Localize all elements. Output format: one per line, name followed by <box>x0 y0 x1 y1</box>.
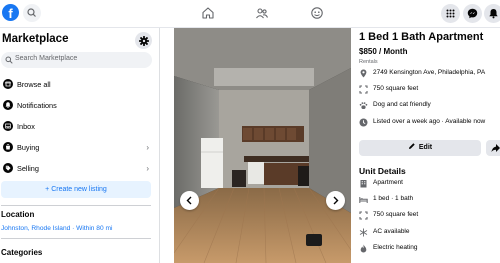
unit-detail-label: Apartment <box>373 179 403 186</box>
unit-detail-label: 1 bed · 1 bath <box>373 195 414 202</box>
listing-address-row: 2749 Kensington Ave, Philadelphia, PA <box>359 68 500 80</box>
unit-detail-row: AC available <box>359 227 500 239</box>
messenger-icon <box>467 8 478 19</box>
chevron-right-icon: › <box>146 164 149 173</box>
messenger-button[interactable] <box>463 4 482 23</box>
listing-title: 1 Bed 1 Bath Apartment <box>359 31 484 43</box>
share-icon <box>491 144 500 152</box>
listing-size-row: 750 square feet <box>359 84 500 96</box>
menu-grid-icon <box>446 9 455 18</box>
chevron-right-icon <box>333 196 339 205</box>
listing-category: Rentals <box>359 59 378 65</box>
bed-icon <box>359 197 368 203</box>
area-icon <box>359 85 368 94</box>
tag-icon <box>3 163 13 173</box>
bag-icon <box>3 142 13 152</box>
unit-detail-row: Electric heating <box>359 243 500 255</box>
unit-detail-row: 1 bed · 1 bath <box>359 194 500 206</box>
facebook-logo[interactable]: f <box>2 4 19 21</box>
marketplace-search-input[interactable]: Search Marketplace <box>1 52 152 68</box>
listing-pets: Dog and cat friendly <box>373 101 431 108</box>
edit-button-label: Edit <box>418 144 433 151</box>
clock-icon <box>359 118 368 127</box>
unit-detail-row: Apartment <box>359 178 500 190</box>
listing-price: $850 / Month <box>359 47 408 56</box>
bell-icon <box>3 100 13 110</box>
search-icon <box>27 8 36 17</box>
unit-details-heading: Unit Details <box>359 166 406 176</box>
inbox-icon <box>3 121 13 131</box>
sidebar-item-label: Buying <box>17 143 40 152</box>
home-icon[interactable] <box>201 6 215 20</box>
share-button[interactable] <box>486 140 500 156</box>
sidebar-item-notifications[interactable]: Notifications <box>0 96 158 116</box>
unit-detail-row: 750 square feet <box>359 210 500 222</box>
next-photo-button[interactable] <box>326 191 345 210</box>
sidebar-divider <box>1 205 151 206</box>
listing-photo[interactable] <box>174 28 351 263</box>
listing-address: 2749 Kensington Ave, Philadelphia, PA <box>373 69 486 76</box>
settings-button[interactable] <box>135 32 152 49</box>
listing-details-panel: 1 Bed 1 Bath Apartment $850 / Month Rent… <box>351 28 500 263</box>
unit-detail-label: AC available <box>373 228 410 235</box>
pencil-icon <box>408 143 415 149</box>
building-icon <box>360 180 367 188</box>
search-button[interactable] <box>23 4 41 22</box>
sidebar-item-label: Browse all <box>17 80 51 89</box>
unit-detail-label: 750 square feet <box>373 211 419 218</box>
location-filter-link[interactable]: Johnston, Rhode Island · Within 80 mi <box>1 225 112 232</box>
listing-pets-row: Dog and cat friendly <box>359 100 500 112</box>
sidebar-item-browse-all[interactable]: Browse all <box>0 75 158 95</box>
sidebar-item-inbox[interactable]: Inbox <box>0 117 158 137</box>
sidebar-item-label: Notifications <box>17 101 57 110</box>
notifications-button[interactable] <box>484 4 500 23</box>
edit-button[interactable]: Edit <box>359 140 481 156</box>
unit-detail-label: Electric heating <box>373 244 418 251</box>
gear-icon <box>138 35 149 46</box>
menu-button[interactable] <box>441 4 460 23</box>
snowflake-icon <box>359 228 368 237</box>
previous-photo-button[interactable] <box>180 191 199 210</box>
create-new-listing-button[interactable]: + Create new listing <box>1 181 151 198</box>
gaming-icon[interactable] <box>310 6 324 20</box>
top-navigation-bar: f <box>0 0 500 28</box>
sidebar-divider <box>1 238 151 239</box>
storefront-icon <box>3 79 13 89</box>
chevron-left-icon <box>186 196 192 205</box>
categories-heading: Categories <box>1 248 43 257</box>
sidebar-item-buying[interactable]: Buying › <box>0 138 158 158</box>
location-heading: Location <box>1 210 35 219</box>
paw-icon <box>359 102 368 109</box>
sidebar-item-label: Selling <box>17 164 39 173</box>
groups-icon[interactable] <box>255 6 269 20</box>
location-pin-icon <box>360 69 367 78</box>
area-icon <box>359 211 368 220</box>
sidebar-title: Marketplace <box>2 33 69 45</box>
listing-listed-row: Listed over a week ago · Available now <box>359 117 500 129</box>
apartment-photo <box>174 28 351 263</box>
sidebar-item-selling[interactable]: Selling › <box>0 159 158 179</box>
search-placeholder: Search Marketplace <box>15 55 78 62</box>
chevron-right-icon: › <box>146 143 149 152</box>
listing-listed-time: Listed over a week ago · Available now <box>373 118 486 125</box>
listing-size: 750 square feet <box>373 85 419 92</box>
heating-icon <box>360 244 367 253</box>
notifications-icon <box>489 9 498 19</box>
sidebar-item-label: Inbox <box>17 122 35 131</box>
search-icon <box>5 56 13 64</box>
marketplace-sidebar: Marketplace Search Marketplace Browse al… <box>0 28 160 263</box>
